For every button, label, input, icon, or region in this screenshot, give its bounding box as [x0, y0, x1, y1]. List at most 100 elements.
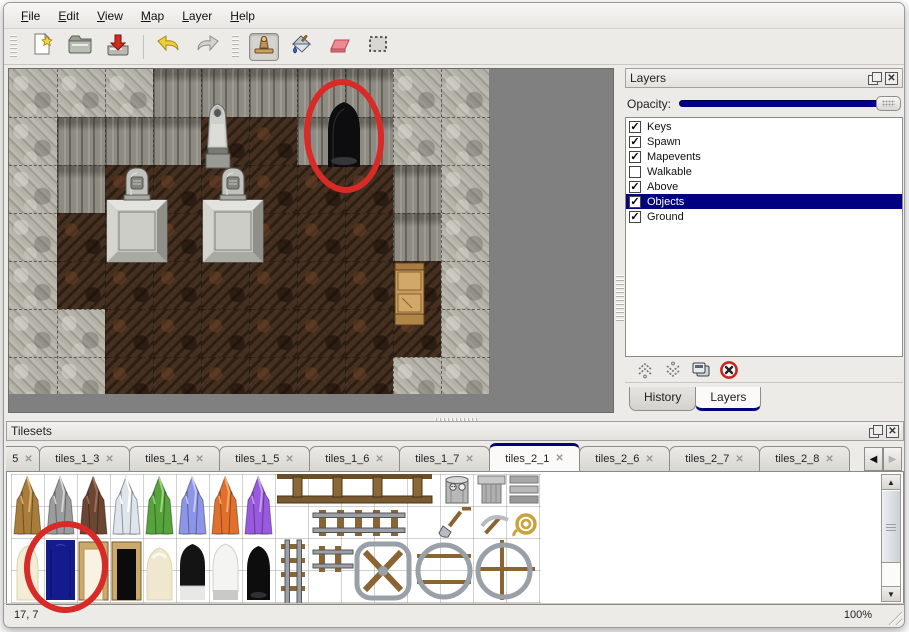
map-tile[interactable] [297, 261, 345, 309]
rails-and-tools-tiles[interactable] [277, 474, 539, 604]
map-tile[interactable] [249, 357, 297, 394]
map-tile[interactable] [9, 69, 57, 117]
menu-file[interactable]: File [12, 6, 49, 26]
map-tile[interactable] [9, 261, 57, 309]
tileset-tab-tiles_1_7[interactable]: tiles_1_7✕ [399, 446, 490, 471]
scroll-down-icon[interactable]: ▼ [882, 586, 900, 601]
vertical-splitter-handle[interactable] [616, 275, 624, 323]
green-crystal-tile[interactable] [143, 474, 176, 538]
menu-view[interactable]: View [88, 6, 132, 26]
crate-sprite[interactable] [394, 262, 425, 326]
map-tile[interactable] [297, 357, 345, 394]
map-tile[interactable] [345, 309, 393, 357]
map-tile[interactable] [153, 357, 201, 394]
map-tile[interactable] [153, 117, 201, 165]
map-tile[interactable] [441, 309, 489, 357]
frame-dark-door-tile[interactable] [110, 538, 143, 602]
open-tool-button[interactable] [65, 33, 95, 61]
tileset-content[interactable]: ▲ ▼ [6, 471, 904, 605]
violet-crystal-tile[interactable] [242, 474, 275, 538]
map-tile[interactable] [153, 69, 201, 117]
raise-layer-button[interactable] [631, 359, 659, 381]
map-tile[interactable] [57, 357, 105, 394]
layer-list[interactable]: ✓Keys✓Spawn✓MapeventsWalkable✓Above✓Obje… [625, 117, 903, 357]
fill-tool-button[interactable] [287, 33, 317, 61]
map-tile[interactable] [249, 261, 297, 309]
resize-grip[interactable] [886, 609, 902, 625]
map-tile[interactable] [393, 357, 441, 394]
menu-map[interactable]: Map [132, 6, 173, 26]
map-tile[interactable] [57, 117, 105, 165]
ice-crystal-tile[interactable] [110, 474, 143, 538]
map-tile[interactable] [9, 117, 57, 165]
map-tile[interactable] [9, 357, 57, 394]
layer-row-walkable[interactable]: Walkable [626, 164, 902, 179]
menu-layer[interactable]: Layer [173, 6, 221, 26]
opacity-slider[interactable] [679, 95, 901, 112]
dark-cave-snow-tile[interactable] [176, 538, 209, 602]
layer-visibility-checkbox[interactable]: ✓ [629, 196, 641, 208]
map-tile[interactable] [105, 69, 153, 117]
orange-crystal-tile[interactable] [209, 474, 242, 538]
map-tile[interactable] [393, 69, 441, 117]
eraser-tool-button[interactable] [325, 33, 355, 61]
layer-row-objects[interactable]: ✓Objects [626, 194, 902, 209]
toolbar-drag-handle[interactable] [232, 35, 239, 59]
float-panel-icon[interactable] [869, 425, 882, 438]
map-tile[interactable] [105, 309, 153, 357]
pedestal-sprite[interactable] [202, 199, 264, 263]
tileset-tab-tiles_1_3[interactable]: tiles_1_3✕ [39, 446, 130, 471]
map-tile[interactable] [297, 213, 345, 261]
close-panel-icon[interactable]: ✕ [885, 72, 898, 85]
layer-row-ground[interactable]: ✓Ground [626, 209, 902, 224]
scrollbar-thumb[interactable] [882, 491, 900, 563]
select-tool-button[interactable] [363, 33, 393, 61]
layer-row-spawn[interactable]: ✓Spawn [626, 134, 902, 149]
tileset-tab-tiles_1_6[interactable]: tiles_1_6✕ [309, 446, 400, 471]
layer-visibility-checkbox[interactable]: ✓ [629, 136, 641, 148]
close-tab-icon[interactable]: ✕ [735, 454, 743, 465]
cream-mound-tile[interactable] [143, 538, 176, 602]
gold-crystal-tile[interactable] [11, 474, 44, 538]
map-tile[interactable] [9, 165, 57, 213]
redo-tool-button[interactable] [192, 33, 222, 61]
white-mound-tile[interactable] [209, 538, 242, 602]
map-tile[interactable] [441, 261, 489, 309]
map-tile[interactable] [249, 117, 297, 165]
map-tile[interactable] [57, 165, 105, 213]
map-tile[interactable] [345, 357, 393, 394]
close-tab-icon[interactable]: ✕ [645, 454, 653, 465]
scroll-up-icon[interactable]: ▲ [882, 475, 900, 490]
map-tile[interactable] [393, 213, 441, 261]
tab-scroll-right-button[interactable]: ▶ [883, 447, 902, 471]
duplicate-layer-button[interactable] [687, 359, 715, 381]
map-tile[interactable] [441, 117, 489, 165]
map-tile[interactable] [297, 309, 345, 357]
tileset-tab-tiles_1_4[interactable]: tiles_1_4✕ [129, 446, 220, 471]
delete-layer-button[interactable] [715, 359, 743, 381]
map-canvas[interactable] [9, 69, 490, 394]
lower-layer-button[interactable] [659, 359, 687, 381]
close-panel-icon[interactable]: ✕ [886, 425, 899, 438]
tileset-tab-tiles_2_7[interactable]: tiles_2_7✕ [669, 446, 760, 471]
map-tile[interactable] [9, 309, 57, 357]
tileset-tab-tiles_2_1[interactable]: tiles_2_1✕ [489, 443, 580, 471]
layer-row-above[interactable]: ✓Above [626, 179, 902, 194]
tombstone-sprite[interactable] [218, 165, 248, 201]
layer-visibility-checkbox[interactable]: ✓ [629, 211, 641, 223]
close-tab-icon[interactable]: ✕ [24, 454, 32, 465]
map-tile[interactable] [393, 165, 441, 213]
map-tile[interactable] [201, 261, 249, 309]
layer-row-keys[interactable]: ✓Keys [626, 119, 902, 134]
float-panel-icon[interactable] [868, 72, 881, 85]
menu-help[interactable]: Help [221, 6, 264, 26]
map-tile[interactable] [57, 213, 105, 261]
map-tile[interactable] [249, 69, 297, 117]
close-tab-icon[interactable]: ✕ [375, 454, 383, 465]
map-tile[interactable] [345, 261, 393, 309]
tileset-tab-tiles_1_5[interactable]: tiles_1_5✕ [219, 446, 310, 471]
tileset-scrollbar[interactable]: ▲ ▼ [881, 474, 901, 602]
toolbar-drag-handle[interactable] [10, 35, 17, 59]
opacity-thumb[interactable] [876, 96, 901, 111]
map-tile[interactable] [57, 261, 105, 309]
